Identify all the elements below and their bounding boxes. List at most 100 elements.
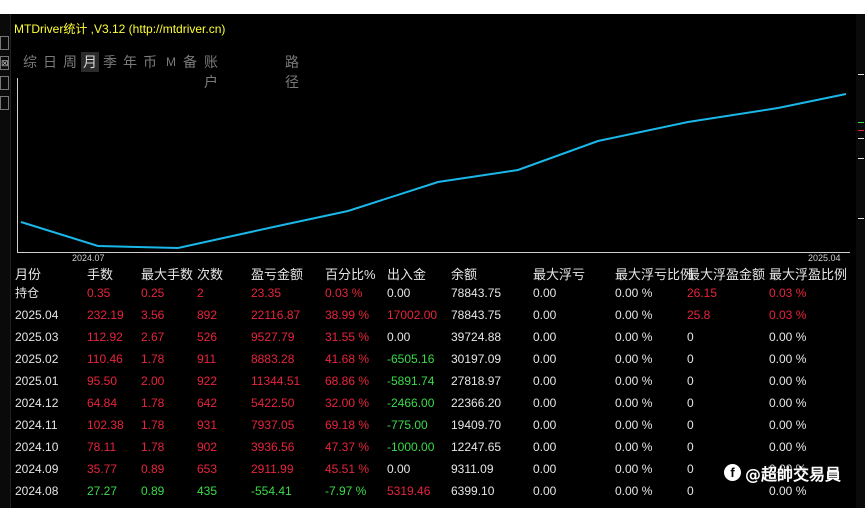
table-cell: 2 bbox=[197, 286, 204, 300]
table-cell: 0 bbox=[687, 440, 694, 454]
tab-quarterly[interactable]: 季 bbox=[103, 52, 117, 72]
top-window-strip bbox=[0, 0, 865, 15]
table-row[interactable]: 2025.04 232.19 3.56 892 22116.87 38.99 % 17002… bbox=[11, 304, 856, 326]
tab-yearly[interactable]: 年 bbox=[123, 52, 137, 72]
table-cell: 0 bbox=[687, 352, 694, 366]
table-cell: 41.68 % bbox=[325, 352, 370, 366]
table-cell: 78843.75 bbox=[451, 286, 502, 300]
table-cell: 102.38 bbox=[87, 418, 124, 432]
table-cell: 0.00 bbox=[533, 484, 557, 498]
tab-account[interactable]: 账户 bbox=[204, 52, 218, 90]
toolbar-button-2[interactable]: ⊠ bbox=[0, 56, 9, 70]
table-cell: 68.86 % bbox=[325, 374, 370, 388]
table-cell: 0.00 % bbox=[769, 440, 807, 454]
table-cell: 2025.04 bbox=[15, 308, 59, 322]
table-cell: 0.25 bbox=[141, 286, 165, 300]
table-cell: 0.00 bbox=[533, 286, 557, 300]
table-cell: 78.11 bbox=[87, 440, 117, 454]
tab-currency[interactable]: 币 bbox=[143, 52, 157, 72]
tab-weekly[interactable]: 周 bbox=[63, 52, 77, 72]
tab-m[interactable]: M bbox=[166, 52, 176, 72]
tab-monthly[interactable]: 月 bbox=[81, 52, 99, 72]
table-cell: 47.37 % bbox=[325, 440, 370, 454]
table-cell: 8883.28 bbox=[251, 352, 295, 366]
table-cell: 0.00 % bbox=[615, 462, 653, 476]
table-cell: -1000.00 bbox=[387, 440, 435, 454]
tab-notes[interactable]: 备 bbox=[183, 52, 197, 72]
table-row[interactable]: 持仓 0.35 0.25 2 23.35 0.03 % 0.00 78843.75 0.00 0.… bbox=[11, 282, 856, 304]
toolbar-button-3[interactable] bbox=[0, 76, 9, 90]
table-row[interactable]: 2025.03 112.92 2.67 526 9527.79 31.55 % 0.00 39… bbox=[11, 326, 856, 348]
table-cell: 25.8 bbox=[687, 308, 711, 322]
table-cell: 2025.02 bbox=[15, 352, 59, 366]
table-cell: -554.41 bbox=[251, 484, 292, 498]
table-cell: -775.00 bbox=[387, 418, 428, 432]
table-cell: 931 bbox=[197, 418, 218, 432]
table-cell: 1.78 bbox=[141, 396, 165, 410]
tab-summary[interactable]: 综 bbox=[23, 52, 37, 72]
table-cell: 22116.87 bbox=[251, 308, 301, 322]
table-cell: 2024.11 bbox=[15, 418, 58, 432]
table-cell: 3936.56 bbox=[251, 440, 295, 454]
table-cell: 0.00 bbox=[387, 462, 411, 476]
table-cell: -6505.16 bbox=[387, 352, 435, 366]
table-cell: 持仓 bbox=[15, 286, 40, 300]
table-cell: 2025.01 bbox=[15, 374, 59, 388]
table-cell: 0.00 % bbox=[615, 484, 653, 498]
table-cell: 0 bbox=[687, 330, 694, 344]
table-cell: 12247.65 bbox=[451, 440, 502, 454]
tab-path[interactable]: 路径 bbox=[285, 52, 299, 90]
table-cell: 0.89 bbox=[141, 462, 165, 476]
price-tick bbox=[858, 74, 864, 75]
table-cell: 45.51 % bbox=[325, 462, 370, 476]
table-row[interactable]: 2024.11 102.38 1.78 931 7937.05 69.18 % -775.0… bbox=[11, 414, 856, 436]
table-row[interactable]: 2024.10 78.11 1.78 902 3936.56 47.37 % -1000.0… bbox=[11, 436, 856, 458]
table-cell: 0.00 % bbox=[769, 352, 807, 366]
table-cell: 95.50 bbox=[87, 374, 118, 388]
table-row[interactable]: 2025.01 95.50 2.00 922 11344.51 68.86 % -5891.… bbox=[11, 370, 856, 392]
table-cell: 2.00 bbox=[141, 374, 165, 388]
table-cell: 653 bbox=[197, 462, 218, 476]
price-tick bbox=[858, 138, 864, 139]
table-cell: 0.00 bbox=[533, 330, 557, 344]
toolbar-button-1[interactable] bbox=[0, 36, 9, 50]
x-axis-end-label: 2025.04 bbox=[808, 253, 841, 263]
table-cell: 2024.09 bbox=[15, 462, 59, 476]
table-cell: 32.00 % bbox=[325, 396, 370, 410]
table-row[interactable]: 2024.08 27.27 0.89 435 -554.41 -7.97 % 5319.46… bbox=[11, 480, 856, 502]
table-cell: -7.97 % bbox=[325, 484, 367, 498]
table-row[interactable]: 2025.02 110.46 1.78 911 8883.28 41.68 % -6505.… bbox=[11, 348, 856, 370]
table-cell: 5422.50 bbox=[251, 396, 295, 410]
table-cell: 27.27 bbox=[87, 484, 118, 498]
table-cell: 0 bbox=[687, 396, 694, 410]
balance-line-chart bbox=[20, 93, 847, 250]
table-cell: 2.67 bbox=[141, 330, 165, 344]
table-cell: 0.00 bbox=[533, 462, 557, 476]
table-cell: 5319.46 bbox=[387, 484, 431, 498]
table-cell: 922 bbox=[197, 374, 218, 388]
table-cell: 22366.20 bbox=[451, 396, 502, 410]
left-toolbar: ⊠ bbox=[0, 14, 11, 508]
table-cell: 0.35 bbox=[87, 286, 111, 300]
table-cell: 0.00 % bbox=[615, 440, 653, 454]
table-cell: 2025.03 bbox=[15, 330, 59, 344]
table-cell: 11344.51 bbox=[251, 374, 301, 388]
table-cell: 9311.09 bbox=[451, 462, 494, 476]
balance-series-line bbox=[20, 93, 847, 250]
table-cell: 0.00 % bbox=[769, 330, 807, 344]
toolbar-button-4[interactable] bbox=[0, 96, 9, 110]
table-cell: 30197.09 bbox=[451, 352, 502, 366]
table-row[interactable]: 2024.12 64.84 1.78 642 5422.50 32.00 % -2466.0… bbox=[11, 392, 856, 414]
table-cell: 232.19 bbox=[87, 308, 124, 322]
table-cell: 6399.10 bbox=[451, 484, 495, 498]
price-tick bbox=[858, 218, 864, 219]
facebook-icon: f bbox=[724, 464, 741, 481]
table-cell: 1.78 bbox=[141, 418, 165, 432]
balance-chart bbox=[17, 78, 850, 253]
table-cell: 435 bbox=[197, 484, 218, 498]
table-cell: 26.15 bbox=[687, 286, 718, 300]
table-cell: 911 bbox=[197, 352, 217, 366]
price-tick-green bbox=[858, 122, 864, 123]
tab-daily[interactable]: 日 bbox=[43, 52, 57, 72]
table-cell: 0.00 bbox=[387, 330, 411, 344]
